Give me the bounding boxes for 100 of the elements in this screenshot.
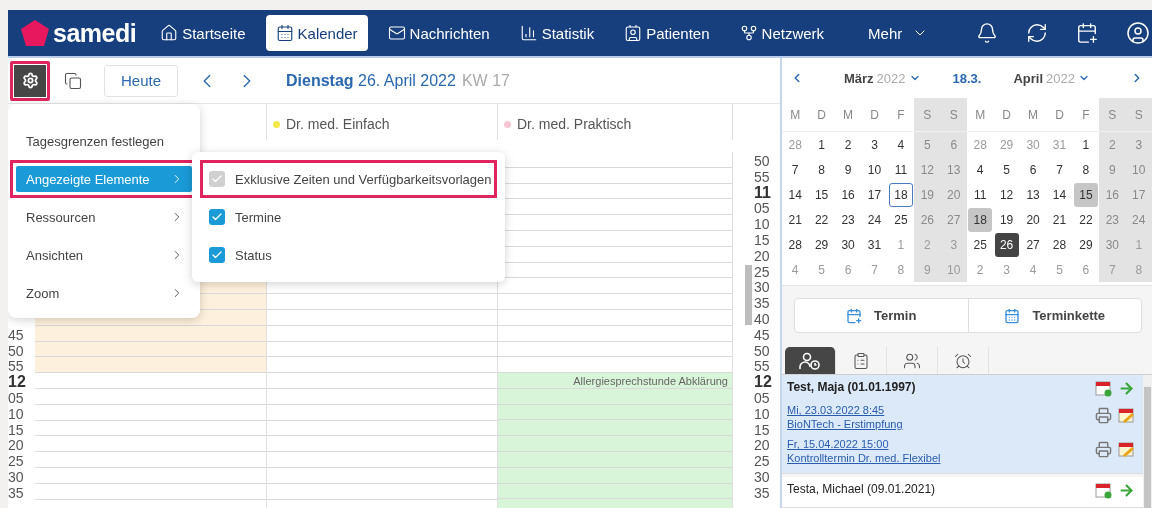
calendar-day[interactable]: 10 [862,157,887,182]
calendar-day[interactable]: 7 [1047,157,1072,182]
calendar-day[interactable]: 25 [888,207,913,232]
checkbox[interactable] [209,209,225,225]
option-label: Termine [235,209,282,225]
action-button[interactable]: Terminkette [967,299,1141,332]
calendar-day[interactable]: 4 [888,132,913,157]
time-label: 10 [753,405,770,422]
menu-item[interactable]: Ansichten [16,242,192,268]
nav-item[interactable]: Patienten [614,15,720,51]
time-label: 35 [753,295,770,312]
calendar-day[interactable]: 11 [968,182,993,207]
time-label: 20 [8,437,24,454]
nav-item[interactable]: Nachrichten [377,15,500,51]
calendar-day[interactable]: 22 [1073,207,1098,232]
weekday-label: D [817,107,826,122]
menu-item[interactable]: Zoom [16,280,192,306]
menu-item-label: Angezeigte Elemente [26,171,150,187]
calendar-day[interactable]: 2 [836,132,861,157]
today-button[interactable]: Heute [104,64,179,97]
calendar-day[interactable]: 15 [809,182,834,207]
menu-item-label: Ressourcen [26,209,96,225]
calendar-day[interactable]: 18 [968,207,993,232]
arrow-right-icon [1118,482,1135,499]
calendar-day[interactable]: 25 [968,232,993,257]
user-button[interactable] [1126,21,1151,45]
calendar-edit-icon [1118,441,1135,458]
calendar-day[interactable]: 21 [1047,207,1072,232]
time-label: 40 [753,310,770,327]
calendar-day[interactable]: 16 [836,182,861,207]
notifications-button[interactable] [976,22,999,44]
patient-item[interactable]: Test, Maja (01.01.1997) Mi, 23.03.2022 8:45 BioNTech - Erstimpfung Fr, 15.04.2022 15:00 Kontrolltermin Dr. med. Flexibel [782,375,1143,474]
today-link[interactable]: 18.3. [952,70,982,86]
nav-item[interactable]: Kalender [265,15,368,51]
calendar-day[interactable]: 5 [994,157,1019,182]
home-icon [160,24,179,42]
calendar-day[interactable]: 1 [1073,132,1098,157]
refresh-button[interactable] [1026,22,1049,44]
nav-item[interactable]: Startseite [150,15,256,51]
action-button[interactable]: Termin [795,299,968,332]
calendar-day[interactable]: 21 [783,207,808,232]
patient-name: Test, Maja (01.01.1997) [787,380,916,394]
calendar-day[interactable]: 19 [994,207,1019,232]
calendar-day[interactable]: 29 [809,232,834,257]
time-label: 20 [753,437,770,454]
appointment-title-link[interactable]: BioNTech - Erstimpfung [787,417,903,431]
calendar-day[interactable]: 6 [1021,157,1046,182]
scrollbar-thumb[interactable] [745,265,752,325]
weekday-label: D [870,107,879,122]
calendar-day[interactable]: 1 [809,132,834,157]
calendar-day[interactable]: 8 [809,157,834,182]
time-label: 30 [8,468,24,485]
more-menu[interactable]: Mehr [858,15,939,51]
calendar-day[interactable]: 20 [1021,207,1046,232]
calendar-day[interactable]: 26 [994,232,1019,257]
calendar-day[interactable]: 14 [783,182,808,207]
printer-icon [1095,441,1112,458]
calendar-day[interactable]: 31 [862,232,887,257]
patient-item[interactable]: Testa, Michael (09.01.2021) [782,477,1143,508]
calendar-day[interactable]: 29 [1073,232,1098,257]
calendar-day[interactable]: 7 [783,157,808,182]
calendar-day[interactable]: 22 [809,207,834,232]
calendar-day[interactable]: 28 [1047,232,1072,257]
calendar-day[interactable]: 30 [836,232,861,257]
calendar-day[interactable]: 11 [888,157,913,182]
nav-item[interactable]: Statistik [509,15,605,51]
appointment-date-link[interactable]: Mi, 23.03.2022 8:45 [787,403,903,417]
menu-item[interactable]: Ressourcen [16,204,192,230]
calendar-day[interactable]: 14 [1047,182,1072,207]
add-appointment-button[interactable] [1076,22,1099,44]
calendar-day[interactable]: 9 [836,157,861,182]
month-picker[interactable]: April 2022 [981,70,1122,86]
appointment-date-link[interactable]: Fr, 15.04.2022 15:00 [787,437,941,451]
calendar-day[interactable]: 18 [888,182,913,207]
menu-item[interactable]: Tagesgrenzen festlegen [16,128,192,154]
nav-item[interactable]: Netzwerk [729,15,835,51]
time-label: 05 [8,389,24,406]
calendar-day[interactable]: 13 [1021,182,1046,207]
copy-icon [64,71,82,90]
clipboard-icon [852,351,870,370]
side-tab[interactable] [785,347,836,374]
calendar-day[interactable]: 12 [994,182,1019,207]
calendar-day[interactable]: 15 [1073,182,1098,207]
appointment-title-link[interactable]: Kontrolltermin Dr. med. Flexibel [787,451,941,465]
calendar-day[interactable]: 23 [836,207,861,232]
calendar-day[interactable]: 24 [862,207,887,232]
settings-button[interactable] [10,60,50,101]
calendar-day[interactable]: 17 [862,182,887,207]
calendar-day[interactable]: 3 [862,132,887,157]
calendar-day[interactable]: 27 [1021,232,1046,257]
weekday-label: F [1082,107,1090,122]
logo-text: samedi [53,18,137,48]
calendar-event[interactable]: Allergiesprechstunde Abklärung [498,373,732,508]
calendar-day[interactable]: 28 [783,232,808,257]
copy-button[interactable] [64,71,82,90]
calendar-day[interactable]: 8 [1073,157,1098,182]
month-picker[interactable]: März 2022 [812,70,953,86]
checkbox[interactable] [209,247,225,263]
scrollbar[interactable] [1143,375,1152,508]
calendar-day[interactable]: 4 [968,157,993,182]
